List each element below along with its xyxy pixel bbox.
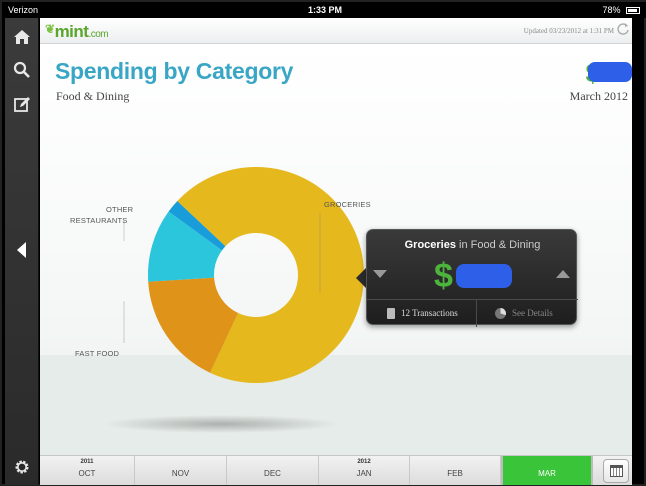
refresh-icon[interactable] <box>616 22 630 36</box>
chart-shadow <box>103 415 339 433</box>
timeline-month-dec[interactable]: DEC <box>227 456 319 485</box>
popover-amount: $ <box>434 257 453 295</box>
restaurants-label[interactable]: RESTAURANTS <box>70 216 127 225</box>
clock: 1:33 PM <box>307 5 342 15</box>
category-popover: Groceries in Food & Dining $ 12 Transact… <box>366 229 578 327</box>
calendar-icon <box>610 465 623 477</box>
battery-percent: 78% <box>602 5 621 15</box>
see-details-button[interactable]: See Details <box>478 300 578 327</box>
timeline-month-label: OCT <box>78 469 96 478</box>
battery-icon <box>626 7 640 15</box>
mint-logo: ❦mint.com <box>45 22 109 41</box>
app-window: ❦mint.com Updated 03/23/2012 at 1:31 PM … <box>40 18 632 485</box>
timeline-month-label: JAN <box>356 469 372 478</box>
timeline-month-label: FEB <box>447 469 463 478</box>
popover-arrow <box>356 268 366 288</box>
gear-icon[interactable] <box>12 457 32 477</box>
timeline-month-jan[interactable]: 2012 JAN <box>319 456 410 485</box>
month-timeline: 2011 OCT NOV DEC 2012 JAN FEB MAR <box>40 455 632 485</box>
timeline-month-feb[interactable]: FEB <box>410 456 501 485</box>
redacted-category-amount <box>456 264 512 288</box>
timeline-year: 2011 <box>80 459 94 465</box>
timeline-month-label: NOV <box>171 469 190 478</box>
other-label[interactable]: OTHER <box>106 205 133 214</box>
main-content: Spending by Category Food & Dining $ Mar… <box>40 45 632 455</box>
timeline-month-oct[interactable]: 2011 OCT <box>40 456 135 485</box>
status-bar: Verizon 1:33 PM 78% <box>2 2 646 18</box>
search-icon[interactable] <box>12 60 32 80</box>
timeline-month-label: DEC <box>264 469 281 478</box>
timeline-month-nov[interactable]: NOV <box>135 456 227 485</box>
previous-category-icon[interactable] <box>373 270 387 278</box>
groceries-label[interactable]: GROCERIES <box>324 200 371 209</box>
popover-footer: 12 Transactions See Details <box>367 299 578 327</box>
transactions-button[interactable]: 12 Transactions <box>367 300 477 327</box>
leaf-icon: ❦ <box>45 22 55 36</box>
slice-shading <box>148 167 364 383</box>
compose-icon[interactable] <box>12 94 32 114</box>
home-icon[interactable] <box>12 27 32 47</box>
device-frame: Verizon 1:33 PM 78% ❦mint.com Updated 03… <box>0 0 646 486</box>
pie-icon <box>495 308 506 319</box>
fast-food-label[interactable]: FAST FOOD <box>75 349 119 358</box>
battery-indicator: 78% <box>602 5 640 15</box>
document-icon <box>387 308 395 319</box>
timeline-year: 2012 <box>357 459 371 465</box>
timeline-month-mar[interactable]: MAR <box>501 456 593 485</box>
calendar-button[interactable] <box>603 459 629 483</box>
sidebar <box>5 18 39 485</box>
back-arrow-icon[interactable] <box>12 240 32 260</box>
popover-title: Groceries in Food & Dining <box>404 239 541 251</box>
updated-timestamp: Updated 03/23/2012 at 1:31 PM <box>523 27 614 35</box>
next-category-icon[interactable] <box>556 270 570 278</box>
top-bar: ❦mint.com Updated 03/23/2012 at 1:31 PM <box>40 18 632 44</box>
timeline-month-label: MAR <box>538 469 556 478</box>
